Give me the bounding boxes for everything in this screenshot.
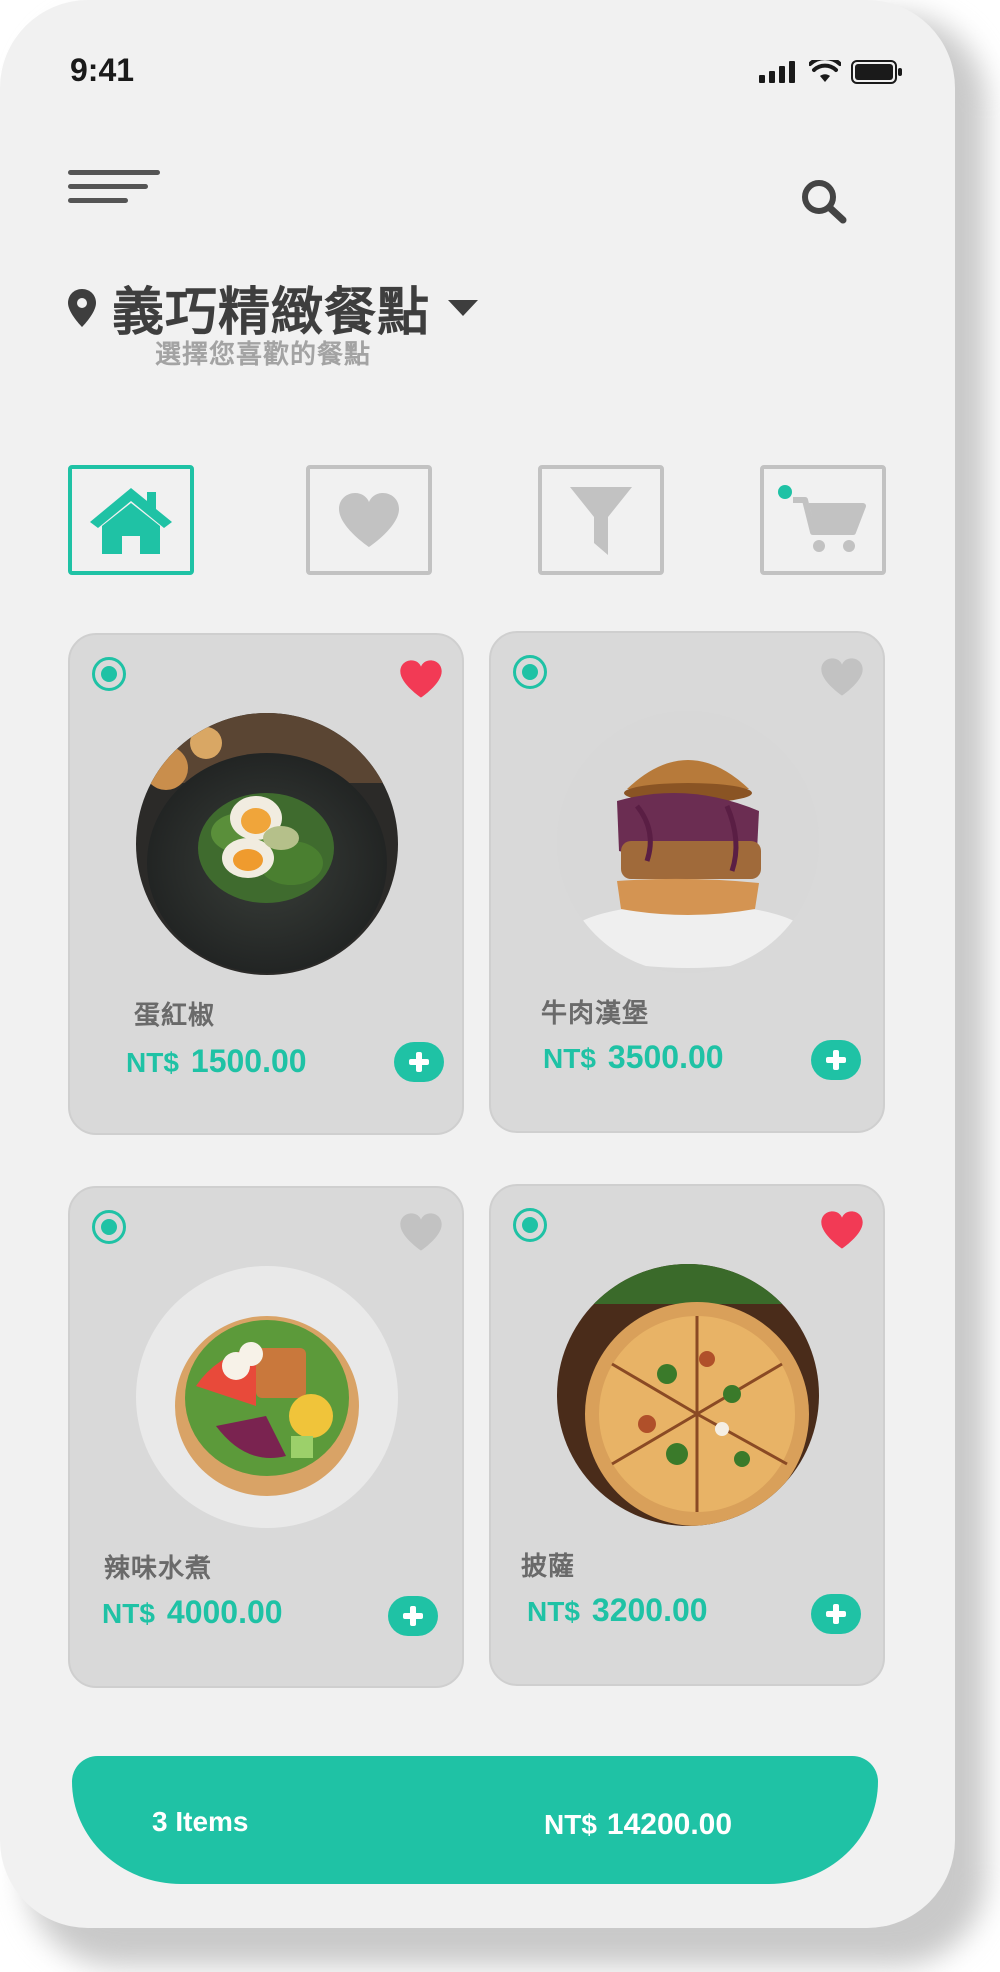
tab-home[interactable]: [68, 465, 194, 575]
tab-cart[interactable]: [760, 465, 886, 575]
page-subtitle: 選擇您喜歡的餐點: [155, 340, 372, 370]
chevron-down-icon[interactable]: [446, 298, 480, 318]
cart-items-count: 3 Items: [152, 1806, 249, 1837]
tab-filter[interactable]: [538, 465, 664, 575]
status-icons: [759, 60, 903, 84]
select-radio[interactable]: [513, 655, 547, 689]
signal-icon: [759, 61, 795, 83]
favorite-heart-icon[interactable]: [398, 1212, 444, 1252]
select-radio[interactable]: [92, 657, 126, 691]
product-image-salad-bowl: [136, 1266, 398, 1528]
plus-icon: [409, 1052, 429, 1072]
cart-icon: [778, 485, 866, 552]
product-image-burger: [557, 711, 819, 973]
wifi-icon: [809, 60, 841, 82]
favorite-heart-icon[interactable]: [819, 657, 865, 697]
add-to-cart-button[interactable]: [811, 1594, 861, 1634]
add-to-cart-button[interactable]: [394, 1042, 444, 1082]
add-to-cart-button[interactable]: [388, 1596, 438, 1636]
favorite-heart-icon[interactable]: [398, 659, 444, 699]
product-image-pizza: [557, 1264, 819, 1526]
favorite-heart-icon[interactable]: [819, 1210, 865, 1250]
product-card[interactable]: 辣味水煮 NT$ 4000.00: [68, 1186, 464, 1688]
search-icon[interactable]: [800, 178, 848, 224]
home-icon: [90, 488, 172, 554]
product-price: NT$ 3200.00: [527, 1592, 708, 1628]
product-price: NT$ 3500.00: [543, 1039, 724, 1075]
cart-total: NT$ 14200.00: [544, 1808, 733, 1841]
product-price: NT$ 4000.00: [102, 1594, 283, 1630]
plus-icon: [826, 1050, 846, 1070]
heart-icon: [339, 493, 399, 547]
checkout-bar[interactable]: 3 Items NT$ 14200.00: [72, 1756, 878, 1884]
location-pin-icon: [68, 288, 96, 327]
product-name: 披薩: [521, 1552, 576, 1582]
product-card[interactable]: 披薩 NT$ 3200.00: [489, 1184, 885, 1686]
product-card[interactable]: 牛肉漢堡 NT$ 3500.00: [489, 631, 885, 1133]
product-image-egg-salad: [136, 713, 398, 975]
plus-icon: [826, 1604, 846, 1624]
product-card[interactable]: 蛋紅椒 NT$ 1500.00: [68, 633, 464, 1135]
plus-icon: [403, 1606, 423, 1626]
tab-favorites[interactable]: [306, 465, 432, 575]
product-name: 牛肉漢堡: [541, 999, 650, 1029]
select-radio[interactable]: [92, 1210, 126, 1244]
product-name: 蛋紅椒: [134, 1001, 216, 1031]
battery-icon: [851, 60, 902, 84]
status-time: 9:41: [70, 52, 135, 88]
filter-icon: [570, 487, 632, 555]
select-radio[interactable]: [513, 1208, 547, 1242]
product-price: NT$ 1500.00: [126, 1043, 307, 1079]
menu-icon[interactable]: [68, 168, 160, 210]
app-screen: 9:41 義巧精緻餐點 選擇您喜歡的餐點 蛋紅椒 NT$ 1500.00 牛肉漢…: [0, 0, 955, 1928]
product-name: 辣味水煮: [104, 1554, 213, 1584]
add-to-cart-button[interactable]: [811, 1040, 861, 1080]
